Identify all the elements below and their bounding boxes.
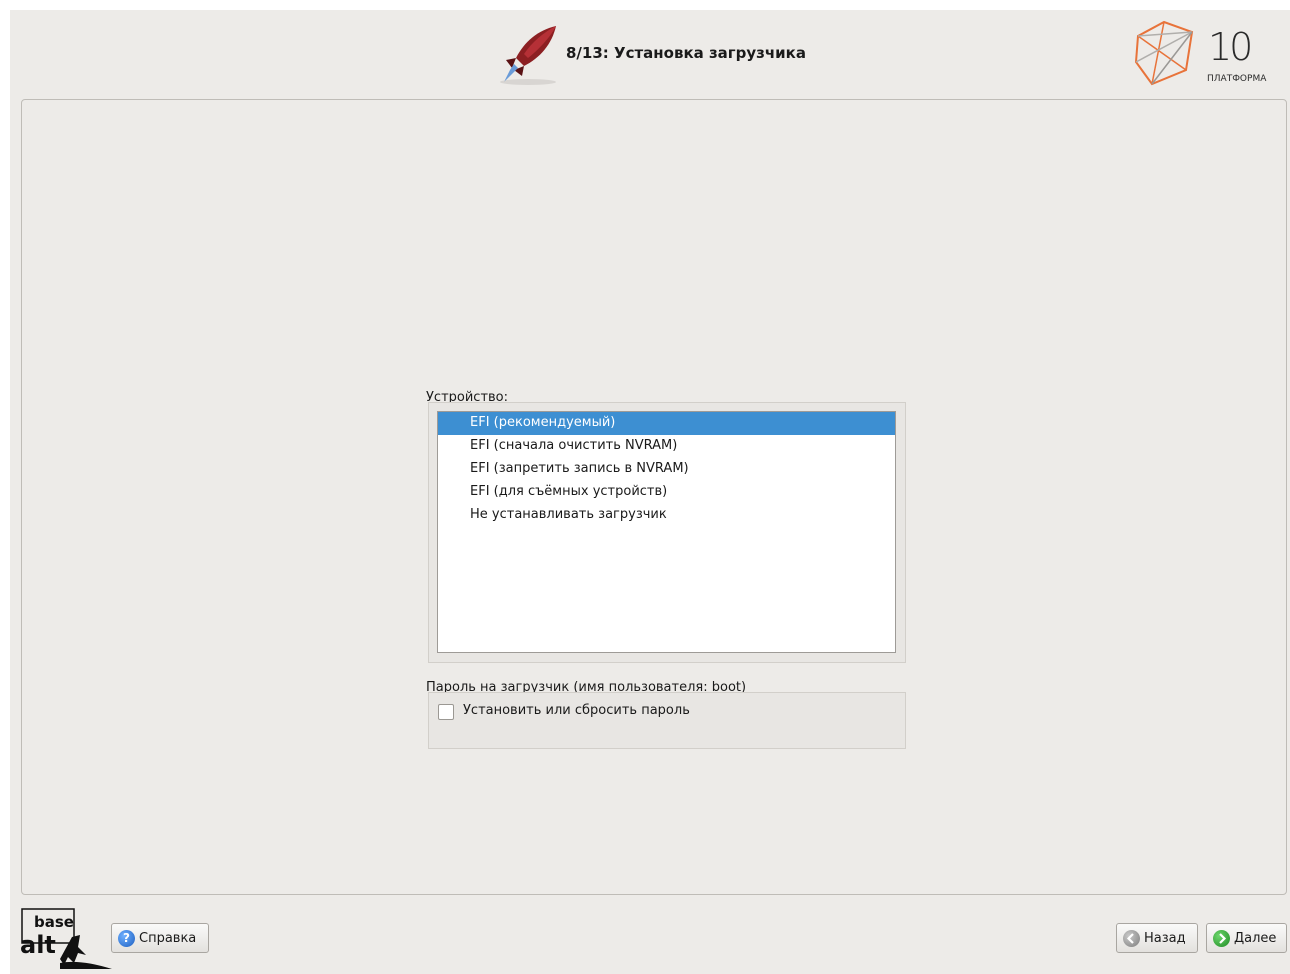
device-list-item[interactable]: EFI (для съёмных устройств) <box>438 481 895 504</box>
page-title: 8/13: Установка загрузчика <box>566 44 806 62</box>
next-button-label: Далее <box>1234 930 1277 946</box>
brand-number: 10 <box>1208 25 1253 69</box>
help-icon: ? <box>118 929 135 947</box>
device-list-item[interactable]: EFI (рекомендуемый) <box>438 412 895 435</box>
device-list-frame: EFI (рекомендуемый) EFI (сначала очистить… <box>428 402 906 663</box>
platform-logo-icon <box>1134 20 1194 86</box>
back-button[interactable]: Назад <box>1116 923 1198 953</box>
next-button[interactable]: Далее <box>1206 923 1287 953</box>
device-list[interactable]: EFI (рекомендуемый) EFI (сначала очистить… <box>437 411 896 653</box>
help-button-label: Справка <box>139 930 197 946</box>
password-checkbox-label[interactable]: Установить или сбросить пароль <box>463 703 690 718</box>
device-list-item[interactable]: EFI (запретить запись в NVRAM) <box>438 458 895 481</box>
password-checkbox[interactable] <box>438 704 454 720</box>
basealt-logo-line1: base <box>34 913 74 931</box>
main-panel: Устройство: EFI (рекомендуемый) EFI (снач… <box>21 99 1287 895</box>
rocket-icon <box>500 26 556 85</box>
help-button[interactable]: ? Справка <box>111 923 209 953</box>
back-arrow-icon <box>1123 929 1140 947</box>
header: 8/13: Установка загрузчика 10 ПЛАТФОРМА <box>10 10 1290 96</box>
installer-window: 8/13: Установка загрузчика 10 ПЛАТФОРМА … <box>10 10 1290 974</box>
device-list-item[interactable]: Не устанавливать загрузчик <box>438 504 895 527</box>
basealt-logo-line2: alt <box>20 931 56 959</box>
brand-name: ПЛАТФОРМА <box>1207 74 1267 84</box>
next-arrow-icon <box>1213 929 1230 947</box>
platform-logo: 10 ПЛАТФОРМА <box>1130 18 1290 90</box>
password-frame: Установить или сбросить пароль <box>428 692 906 749</box>
basealt-logo: base alt <box>20 908 112 969</box>
device-list-item[interactable]: EFI (сначала очистить NVRAM) <box>438 435 895 458</box>
back-button-label: Назад <box>1144 930 1186 946</box>
